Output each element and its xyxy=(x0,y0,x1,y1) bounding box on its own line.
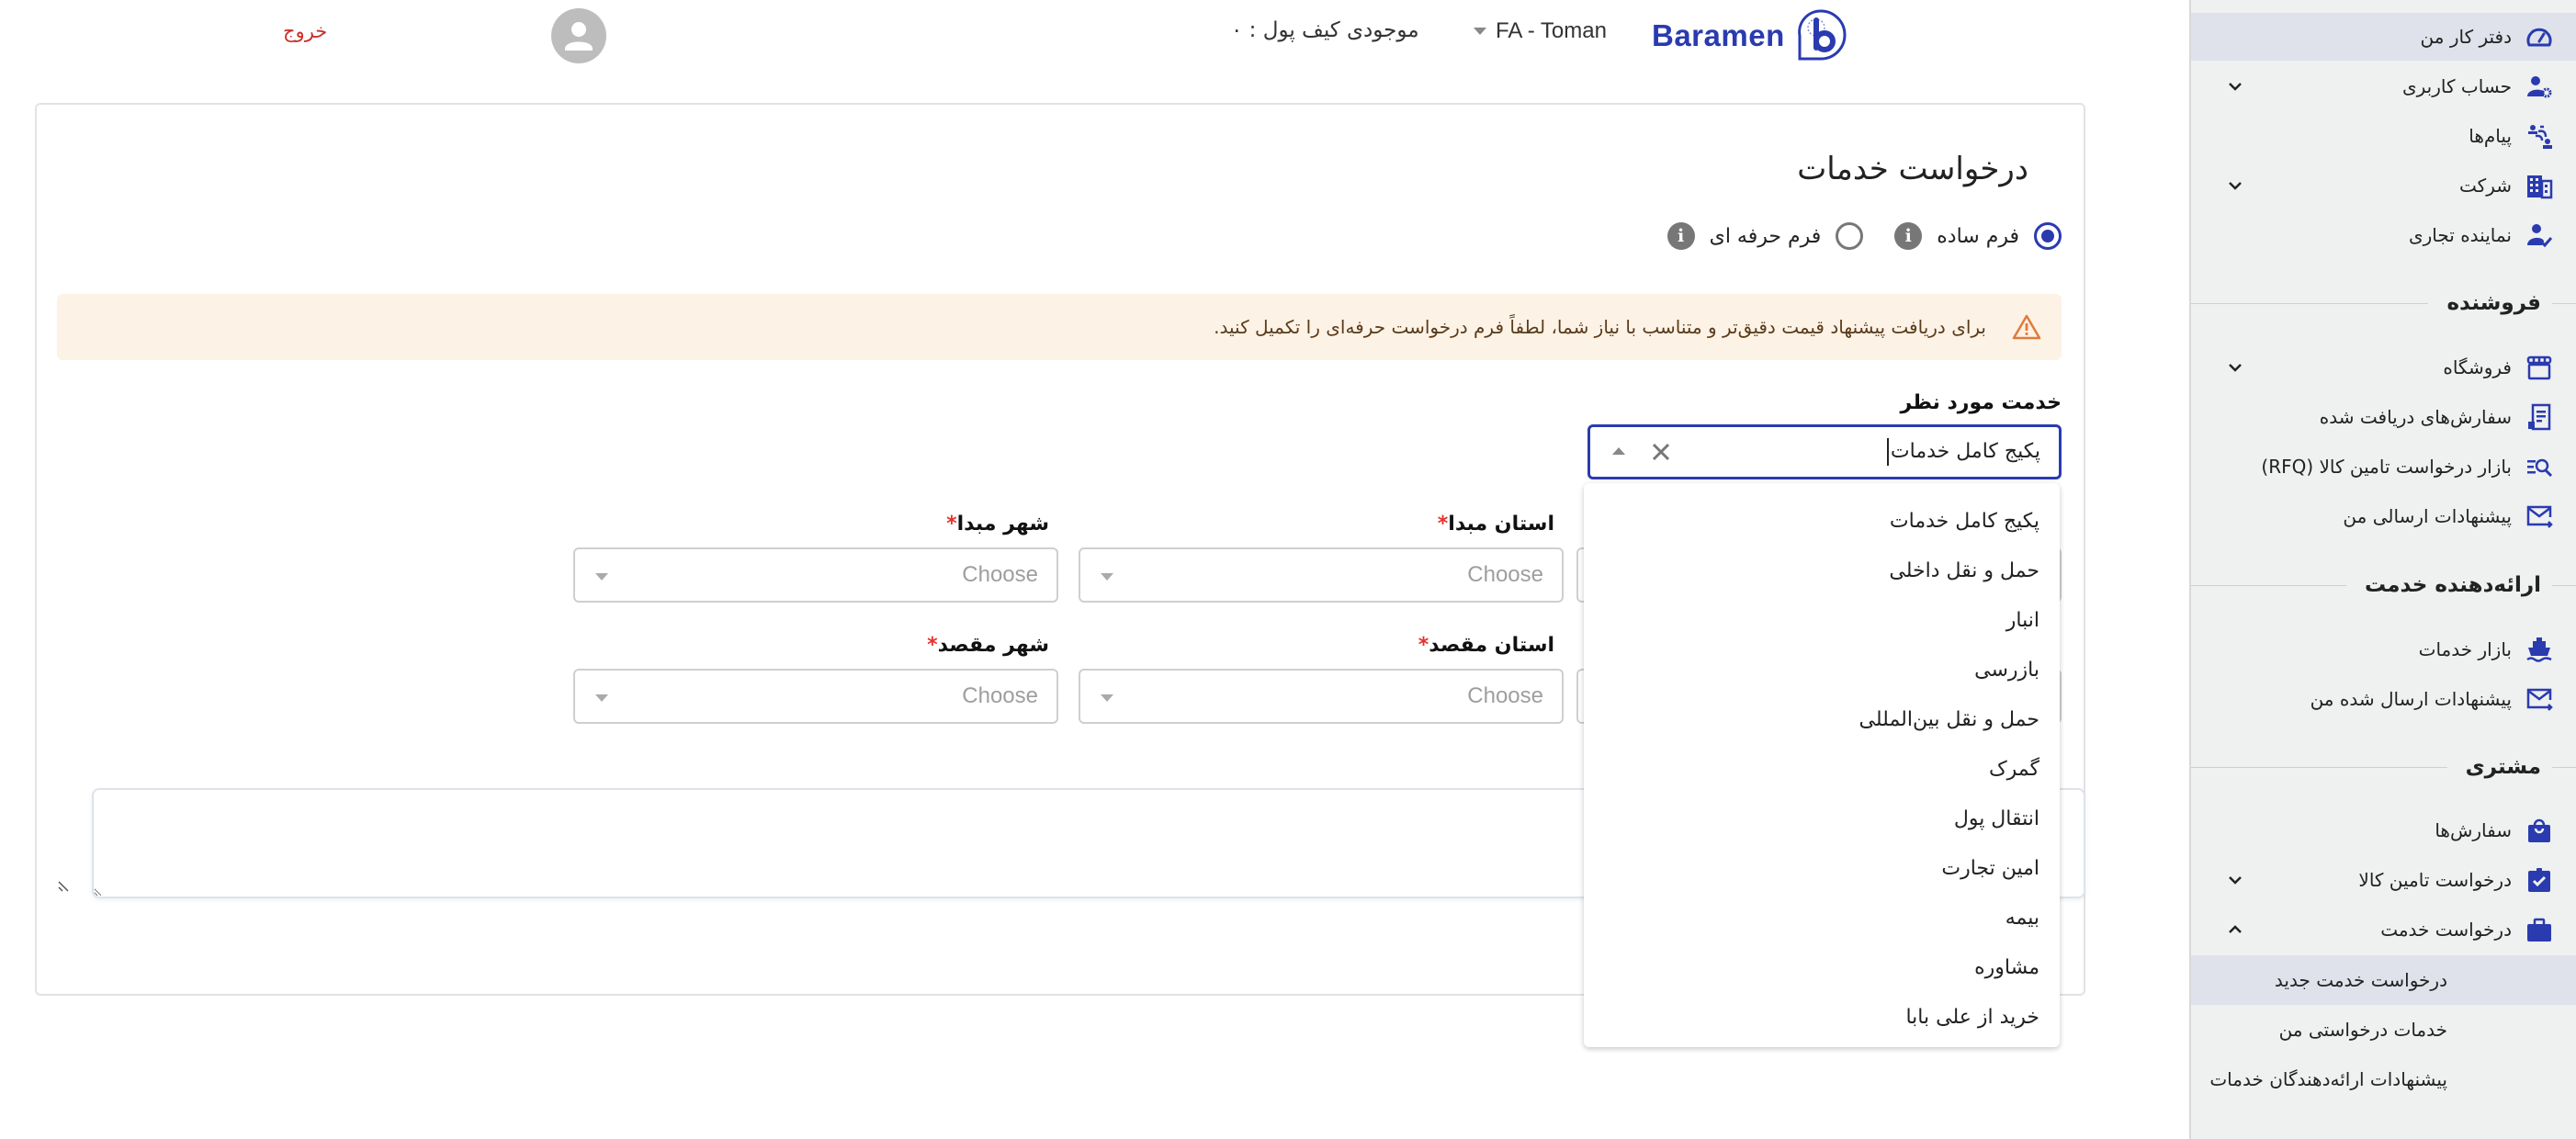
chevron-down-icon xyxy=(595,694,608,702)
chevron-down-icon[interactable] xyxy=(2224,356,2246,378)
service-label: خدمت مورد نظر xyxy=(1900,391,2062,414)
dest-province-label: استان مقصد* xyxy=(1418,634,1554,657)
user-check-icon xyxy=(2525,220,2554,250)
required-asterisk: * xyxy=(1437,513,1449,536)
radio-professional-form[interactable] xyxy=(1836,222,1864,250)
section-seller: فروشنده xyxy=(2191,285,2576,321)
origin-province-label: استان مبدا* xyxy=(1437,513,1554,536)
sidebar-subitem-my-requested-services[interactable]: خدمات درخواستی من xyxy=(2191,1005,2576,1054)
building-icon xyxy=(2525,171,2554,200)
dropdown-option[interactable]: خرید از علی بابا xyxy=(1584,992,2060,1042)
sidebar-subitem-new-service-request[interactable]: درخواست خدمت جدید xyxy=(2191,955,2576,1005)
page-title: درخواست خدمات xyxy=(1797,151,2028,187)
clipboard-check-icon xyxy=(2525,865,2554,895)
chevron-down-icon xyxy=(1474,28,1486,35)
chevron-down-icon[interactable] xyxy=(2224,175,2246,197)
sidebar-item-orders[interactable]: سفارش‌ها xyxy=(2191,806,2576,854)
mail-send-icon xyxy=(2525,684,2554,714)
sidebar-subitem-provider-offers[interactable]: پیشنهادات ارائه‌دهندگان خدمات xyxy=(2191,1054,2576,1104)
sidebar-item-business-agent[interactable]: نماینده تجاری xyxy=(2191,211,2576,259)
dropdown-option[interactable]: انتقال پول xyxy=(1584,794,2060,843)
messages-icon xyxy=(2525,121,2554,151)
dropdown-option[interactable]: امین تجارت xyxy=(1584,843,2060,893)
receipt-icon xyxy=(2525,402,2554,432)
chevron-down-icon xyxy=(1101,694,1113,702)
dest-city-label: شهر مقصد* xyxy=(927,634,1049,657)
dropdown-option[interactable]: بازرسی xyxy=(1584,645,2060,694)
dropdown-option[interactable]: حمل و نقل بین‌المللی xyxy=(1584,694,2060,744)
sidebar-item-messages[interactable]: پیام‌ها xyxy=(2191,112,2576,160)
sidebar: دفتر کار من حساب کاربری پیام‌ها شرکت نما… xyxy=(2189,0,2576,1139)
alert-message: برای دریافت پیشنهاد قیمت دقیق‌تر و متناس… xyxy=(1214,316,1986,338)
shopping-bag-icon xyxy=(2525,816,2554,845)
resize-handle-icon[interactable] xyxy=(57,880,72,895)
sidebar-item-my-sent-offers[interactable]: پیشنهادات ارسالی من xyxy=(2191,492,2576,540)
top-header: Baramen FA - Toman موجودی کیف پول : ۰ خر… xyxy=(0,0,2189,72)
origin-city-select[interactable]: Choose xyxy=(573,547,1058,603)
radio-simple-form-label: فرم ساده xyxy=(1937,224,2019,248)
service-select-value[interactable]: پکیج کامل خدمات xyxy=(1886,438,2040,466)
section-service-provider: ارائه‌دهنده خدمت xyxy=(2191,567,2576,603)
sidebar-item-company[interactable]: شرکت xyxy=(2191,162,2576,209)
close-icon[interactable] xyxy=(1649,440,1673,464)
form-mode-radio-group: فرم ساده i فرم حرفه ای i xyxy=(1666,222,2062,250)
baramen-logo-icon xyxy=(1797,9,1847,61)
brand-name: Baramen xyxy=(1652,18,1785,52)
sidebar-item-dashboard[interactable]: دفتر کار من xyxy=(2191,13,2576,61)
store-icon xyxy=(2525,353,2554,382)
info-icon[interactable]: i xyxy=(1666,222,1695,250)
brand-logo[interactable]: Baramen xyxy=(1652,7,1849,64)
dest-city-select[interactable]: Choose xyxy=(573,669,1058,724)
section-customer: مشتری xyxy=(2191,749,2576,785)
chevron-down-icon xyxy=(595,573,608,581)
warning-alert: برای دریافت پیشنهاد قیمت دقیق‌تر و متناس… xyxy=(57,294,2062,360)
sidebar-item-rfq-market[interactable]: بازار درخواست تامین کالا (RFQ) xyxy=(2191,443,2576,491)
user-icon xyxy=(565,22,593,51)
currency-selector[interactable]: FA - Toman xyxy=(1474,18,1607,44)
list-search-icon xyxy=(2525,452,2554,481)
mail-send-icon xyxy=(2525,502,2554,531)
origin-province-select[interactable]: Choose xyxy=(1079,547,1564,603)
sidebar-item-rfq[interactable]: درخواست تامین کالا xyxy=(2191,856,2576,904)
dropdown-option[interactable]: مشاوره xyxy=(1584,942,2060,992)
currency-label: FA - Toman xyxy=(1496,18,1607,43)
ship-icon xyxy=(2525,635,2554,664)
dropdown-option[interactable]: گمرک xyxy=(1584,744,2060,794)
sidebar-item-service-request[interactable]: درخواست خدمت xyxy=(2191,906,2576,953)
warning-triangle-icon xyxy=(2012,314,2041,340)
dropdown-option[interactable]: بیمه xyxy=(1584,893,2060,942)
sidebar-item-services-market[interactable]: بازار خدمات xyxy=(2191,626,2576,673)
chevron-up-icon[interactable] xyxy=(2224,919,2246,941)
required-asterisk: * xyxy=(927,634,938,657)
radio-simple-form[interactable] xyxy=(2034,222,2062,250)
required-asterisk: * xyxy=(1418,634,1429,657)
required-asterisk: * xyxy=(946,513,957,536)
radio-professional-form-label: فرم حرفه ای xyxy=(1709,224,1822,248)
service-dropdown-menu: پکیج کامل خدمات حمل و نقل داخلی انبار با… xyxy=(1584,483,2060,1047)
dropdown-option[interactable]: انبار xyxy=(1584,595,2060,645)
sidebar-item-account[interactable]: حساب کاربری xyxy=(2191,62,2576,110)
wallet-balance: موجودی کیف پول : ۰ xyxy=(1231,18,1419,42)
dropdown-option[interactable]: حمل و نقل داخلی xyxy=(1584,546,2060,595)
logout-link[interactable]: خروج xyxy=(283,20,327,42)
sidebar-item-store[interactable]: فروشگاه xyxy=(2191,344,2576,391)
chevron-down-icon[interactable] xyxy=(2224,75,2246,97)
user-settings-icon xyxy=(2525,72,2554,101)
avatar[interactable] xyxy=(551,8,606,63)
dashboard-gauge-icon xyxy=(2525,22,2554,51)
origin-city-label: شهر مبدا* xyxy=(946,513,1049,536)
sidebar-item-received-orders[interactable]: سفارش‌های دریافت شده xyxy=(2191,393,2576,441)
dest-province-select[interactable]: Choose xyxy=(1079,669,1564,724)
service-select[interactable]: پکیج کامل خدمات xyxy=(1587,424,2062,479)
info-icon[interactable]: i xyxy=(1894,222,1923,250)
briefcase-icon xyxy=(2525,915,2554,944)
chevron-up-icon[interactable] xyxy=(1612,447,1625,455)
sidebar-item-my-sent-proposals[interactable]: پیشنهادات ارسال شده من xyxy=(2191,675,2576,723)
dropdown-option[interactable]: پکیج کامل خدمات xyxy=(1584,496,2060,546)
chevron-down-icon[interactable] xyxy=(2224,869,2246,891)
chevron-down-icon xyxy=(1101,573,1113,581)
